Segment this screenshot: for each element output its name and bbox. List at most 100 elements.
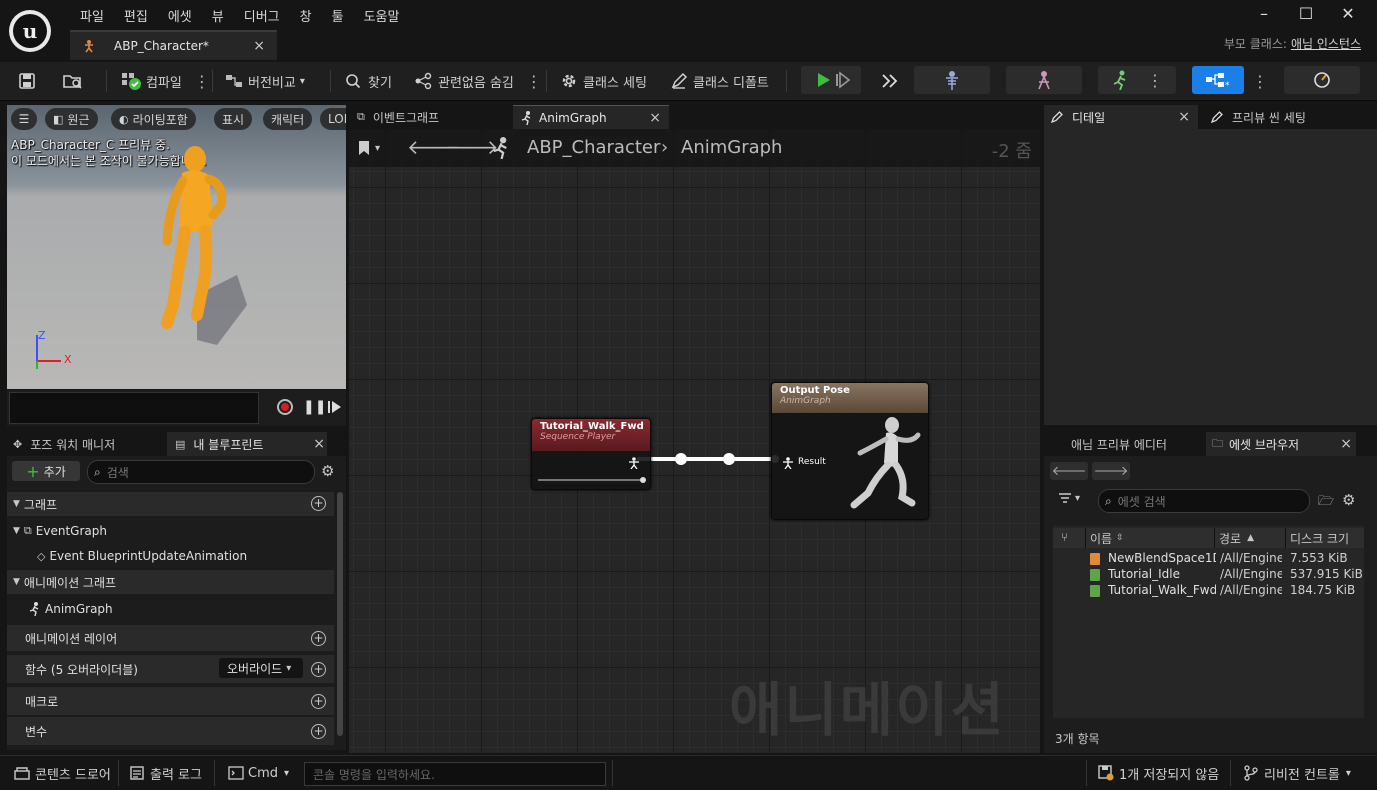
scrollbar[interactable] xyxy=(337,492,343,736)
section-variables[interactable]: 변수 + xyxy=(7,717,334,745)
tab-details[interactable]: 디테일 × xyxy=(1044,105,1198,129)
override-dropdown[interactable]: 오버라이드 ▾ xyxy=(219,658,303,678)
menu-asset[interactable]: 에셋 xyxy=(158,6,202,25)
section-macros[interactable]: 매크로 + xyxy=(7,687,334,715)
filter-button[interactable]: ▾ xyxy=(1058,492,1080,504)
asset-search-input[interactable]: ⌕ 에셋 검색 xyxy=(1098,489,1310,513)
section-graphs[interactable]: ▼ 그래프 + xyxy=(7,492,334,516)
output-log-button[interactable]: 출력 로그 xyxy=(130,756,202,790)
folder-icon[interactable]: 🗁 xyxy=(1318,492,1334,514)
gear-icon[interactable]: ⚙ xyxy=(1342,491,1355,509)
source-control-icon[interactable]: ⑂ xyxy=(1061,530,1068,544)
kebab-icon[interactable]: ⋮ xyxy=(526,72,542,91)
section-anim-layers[interactable]: 애니메이션 레이어 + xyxy=(7,625,334,651)
menu-window[interactable]: 창 xyxy=(290,6,322,25)
column-size[interactable]: 디스크 크기 xyxy=(1285,528,1365,548)
lighting-button[interactable]: ◐ 라이팅포함 xyxy=(111,108,196,130)
back-button[interactable]: 🡐 xyxy=(1050,462,1088,480)
section-anim-graphs[interactable]: ▼ 애니메이션 그래프 xyxy=(7,570,334,594)
viewport-menu-icon[interactable]: ☰ xyxy=(11,108,37,130)
platform-button[interactable] xyxy=(1284,66,1360,94)
menu-tools[interactable]: 툴 xyxy=(322,6,354,25)
step-forward-icon[interactable] xyxy=(327,399,343,415)
close-icon[interactable]: × xyxy=(253,38,265,54)
content-drawer-button[interactable]: 콘텐츠 드로어 xyxy=(14,756,111,790)
tab-my-blueprint[interactable]: ▤ 내 블루프린트 × xyxy=(167,432,327,456)
browse-folder-icon[interactable] xyxy=(62,62,84,100)
add-macro-icon[interactable]: + xyxy=(311,694,326,709)
preview-viewport[interactable]: ☰ ◧원근 ◐라이팅포함 표시 캐릭터 LOD ABP_Character_C … xyxy=(7,105,346,389)
kebab-icon[interactable]: ⋮ xyxy=(1147,71,1163,90)
output-pose-node[interactable]: Output Pose AnimGraph Result xyxy=(771,382,929,520)
add-button[interactable]: + 추가 xyxy=(12,461,80,481)
find-button[interactable]: 찾기 xyxy=(344,62,392,100)
cmd-dropdown[interactable]: Cmd ▾ xyxy=(228,756,289,790)
compile-button[interactable]: 컴파일 ⋮ xyxy=(120,62,210,100)
timeline-field[interactable] xyxy=(9,392,259,424)
show-button[interactable]: 표시 xyxy=(214,108,253,130)
record-icon[interactable] xyxy=(277,399,293,415)
tab-asset-browser[interactable]: 🗀 에셋 브라우저 × xyxy=(1206,432,1356,456)
mesh-mode-button[interactable] xyxy=(1006,66,1082,94)
class-settings-button[interactable]: 클래스 세팅 xyxy=(560,62,647,100)
table-row[interactable]: Tutorial_Walk_Fwd/All/Engine 184.75 KiB xyxy=(1053,583,1364,599)
close-icon[interactable]: × xyxy=(1178,109,1190,125)
tree-item-event-graph[interactable]: ▼ ⧉ EventGraph xyxy=(7,519,334,543)
tab-preview-scene[interactable]: 프리뷰 씬 세팅 xyxy=(1204,105,1374,129)
character-button[interactable]: 캐릭터 xyxy=(263,108,313,130)
lod-button[interactable]: LOD xyxy=(320,108,346,130)
menu-view[interactable]: 뷰 xyxy=(202,6,234,25)
close-icon[interactable]: × xyxy=(313,436,325,452)
pose-wire[interactable] xyxy=(637,447,787,471)
forward-button[interactable]: 🡒 xyxy=(1092,462,1130,480)
unreal-logo-icon[interactable]: u xyxy=(9,10,51,52)
pause-icon[interactable]: ❚❚ xyxy=(303,399,326,415)
add-graph-icon[interactable]: + xyxy=(311,496,326,511)
table-row[interactable]: NewBlendSpace1D/All/Engine 7.553 KiB xyxy=(1053,551,1364,567)
column-name[interactable]: 이름 ⇳ xyxy=(1085,528,1214,548)
fast-forward-icon[interactable] xyxy=(880,62,900,100)
sequence-player-node[interactable]: Tutorial_Walk_Fwd Sequence Player xyxy=(531,418,651,490)
tab-pose-watch[interactable]: ✥ 포즈 워치 매니저 xyxy=(7,432,165,456)
tree-item-event-update[interactable]: ◇ Event BlueprintUpdateAnimation xyxy=(7,544,334,568)
play-button[interactable] xyxy=(801,66,861,94)
class-defaults-button[interactable]: 클래스 디폴트 xyxy=(670,62,769,100)
pose-pin-icon[interactable] xyxy=(782,457,794,469)
close-icon[interactable]: × xyxy=(1340,436,1352,452)
perspective-button[interactable]: ◧ 원근 xyxy=(45,108,98,130)
window-close-icon[interactable]: ✕ xyxy=(1327,4,1369,23)
menu-debug[interactable]: 디버그 xyxy=(234,6,290,25)
column-path[interactable]: 경로 ▲ xyxy=(1214,528,1285,548)
parent-class-link[interactable]: 애님 인스턴스 xyxy=(1291,37,1361,51)
tab-event-graph[interactable]: ⧉ 이벤트그래프 xyxy=(349,105,509,129)
section-functions[interactable]: 함수 (5 오버라이더블) 오버라이드 ▾ + xyxy=(7,655,334,683)
tab-anim-graph[interactable]: AnimGraph × xyxy=(513,105,669,130)
unsaved-button[interactable]: 1개 저장되지 않음 xyxy=(1098,756,1219,790)
minimize-icon[interactable]: – xyxy=(1243,4,1285,23)
menu-help[interactable]: 도움말 xyxy=(354,6,410,25)
table-row[interactable]: Tutorial_Idle/All/Engine 537.915 KiB xyxy=(1053,567,1364,583)
anim-graph-canvas[interactable]: ▾ 🡐 🡒 ABP_Character › AnimGraph -2 줌 Tut… xyxy=(349,129,1040,753)
diff-button[interactable]: 버전비교 ▾ xyxy=(224,62,305,100)
close-icon[interactable]: × xyxy=(649,110,661,126)
maximize-icon[interactable]: ☐ xyxy=(1285,4,1327,23)
animation-mode-button[interactable]: ⋮ xyxy=(1098,66,1176,94)
menu-edit[interactable]: 편집 xyxy=(114,6,158,25)
playback-handle[interactable] xyxy=(640,477,646,483)
revision-control-button[interactable]: 리비전 컨트롤 ▾ xyxy=(1244,756,1351,790)
blueprint-mode-button[interactable]: * xyxy=(1192,66,1244,94)
tree-item-anim-graph[interactable]: AnimGraph xyxy=(7,597,334,621)
menu-file[interactable]: 파일 xyxy=(70,6,114,25)
tab-anim-preview-editor[interactable]: 애님 프리뷰 에디터 xyxy=(1044,432,1204,456)
bookmark-button[interactable]: ▾ xyxy=(357,137,380,159)
gear-icon[interactable]: ⚙ xyxy=(321,462,334,480)
add-variable-icon[interactable]: + xyxy=(311,724,326,739)
skeleton-mode-button[interactable] xyxy=(914,66,990,94)
breadcrumb-root[interactable]: ABP_Character xyxy=(527,137,660,158)
save-icon[interactable] xyxy=(18,62,36,100)
kebab-icon[interactable]: ⋮ xyxy=(194,72,210,91)
console-input[interactable]: 콘솔 명령을 입력하세요. xyxy=(304,762,606,786)
hide-unrelated-button[interactable]: 관련없음 숨김 ⋮ xyxy=(414,62,542,100)
pose-pin-icon[interactable] xyxy=(628,457,640,469)
add-layer-icon[interactable]: + xyxy=(311,631,326,646)
